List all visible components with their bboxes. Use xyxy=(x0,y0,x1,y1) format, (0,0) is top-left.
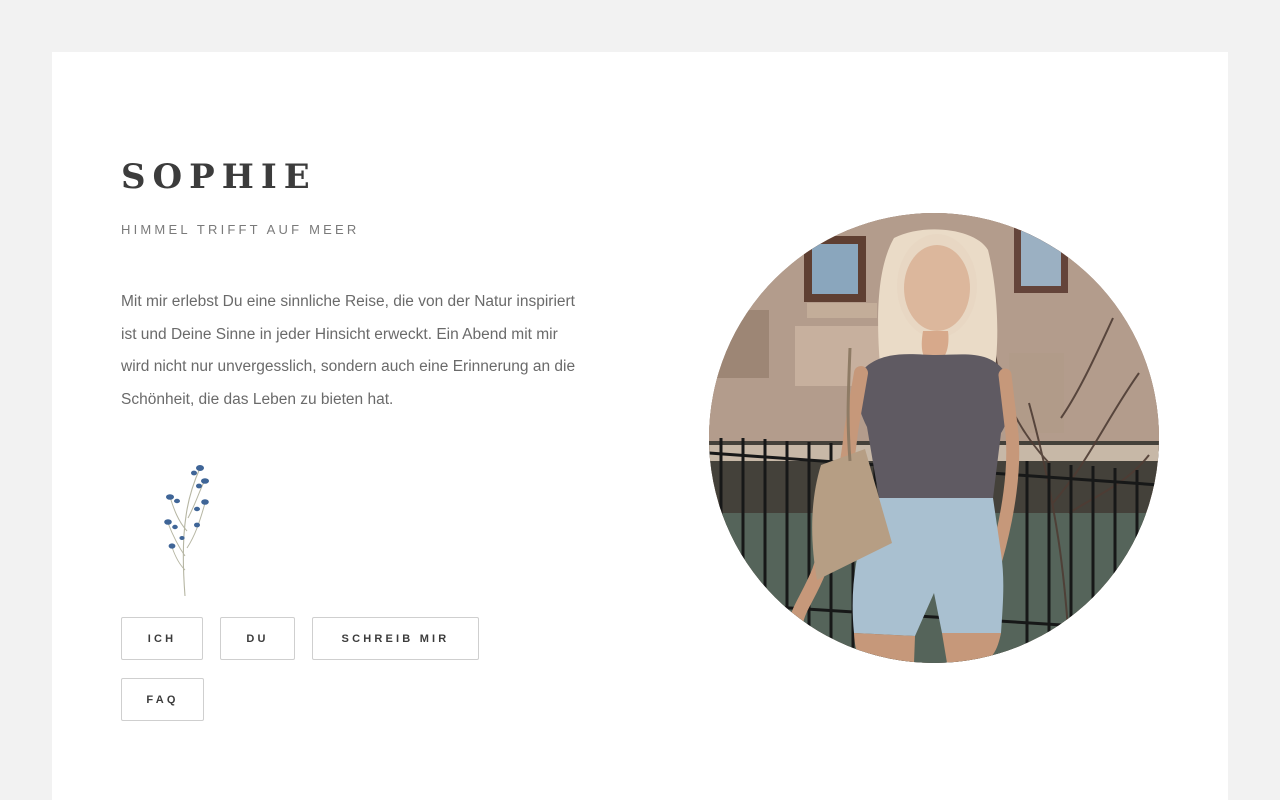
profile-name: SOPHIE xyxy=(121,157,317,197)
nav-schreib-mir-button[interactable]: SCHREIB MIR xyxy=(312,617,479,660)
profile-introduction: Mit mir erlebst Du eine sinnliche Reise,… xyxy=(121,293,576,408)
profile-photo xyxy=(709,213,1159,663)
profile-tagline: HIMMEL TRIFFT AUF MEER xyxy=(121,222,360,237)
profile-card: SOPHIE HIMMEL TRIFFT AUF MEER Mit mir er… xyxy=(52,52,1228,800)
nav-ich-button[interactable]: ICH xyxy=(121,617,203,660)
blue-wildflower-sprig-icon xyxy=(152,458,222,598)
nav-du-button[interactable]: DU xyxy=(220,617,295,660)
nav-faq-button[interactable]: FAQ xyxy=(121,678,204,721)
